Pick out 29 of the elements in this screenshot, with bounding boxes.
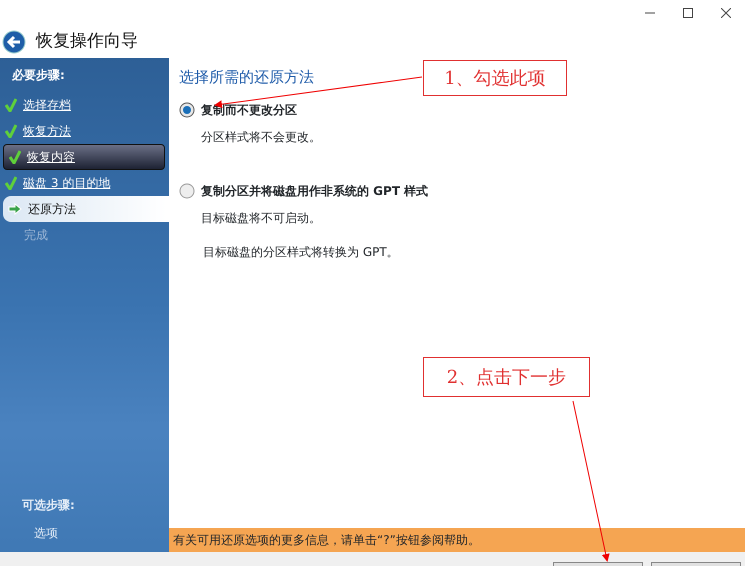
radio-button[interactable] bbox=[179, 182, 195, 198]
button-edge[interactable] bbox=[553, 562, 643, 566]
sidebar-step[interactable]: 还原方法 bbox=[3, 196, 169, 222]
section-heading: 选择所需的还原方法 bbox=[179, 67, 314, 88]
maximize-icon[interactable] bbox=[683, 8, 693, 18]
annotation-callout: 1、勾选此项 bbox=[423, 60, 567, 96]
option-description: 目标磁盘将不可启动。 bbox=[200, 210, 322, 226]
annotation-callout: 2、点击下一步 bbox=[423, 357, 590, 397]
radio-button[interactable] bbox=[179, 102, 195, 118]
sidebar-step-link[interactable]: 选择存档 bbox=[23, 96, 71, 114]
sidebar-heading: 必要步骤: bbox=[10, 67, 66, 84]
arrow-icon bbox=[8, 203, 22, 215]
back-icon[interactable] bbox=[2, 30, 26, 54]
button-edge[interactable] bbox=[651, 562, 741, 566]
sidebar-step[interactable]: 恢复内容 bbox=[3, 144, 165, 170]
check-icon bbox=[5, 176, 17, 190]
check-icon bbox=[5, 124, 17, 138]
sidebar-step-link[interactable]: 恢复方法 bbox=[23, 122, 71, 140]
option-label[interactable]: 复制分区并将磁盘用作非系统的 GPT 样式 bbox=[201, 182, 428, 200]
window-title: 恢复操作向导 bbox=[36, 30, 138, 53]
sidebar-heading: 可选步骤: bbox=[21, 497, 76, 514]
sidebar-step[interactable]: 选项 bbox=[0, 514, 169, 552]
option-description: 分区样式将不会更改。 bbox=[200, 128, 322, 146]
close-icon[interactable] bbox=[721, 8, 731, 18]
sidebar-step-link[interactable]: 磁盘 3 的目的地 bbox=[23, 174, 110, 192]
info-bar: 有关可用还原选项的更多信息，请单击“?”按钮参阅帮助。 bbox=[169, 528, 745, 552]
option-description: 目标磁盘的分区样式将转换为 GPT。 bbox=[202, 244, 400, 260]
check-icon bbox=[5, 98, 17, 112]
check-icon bbox=[9, 150, 21, 164]
